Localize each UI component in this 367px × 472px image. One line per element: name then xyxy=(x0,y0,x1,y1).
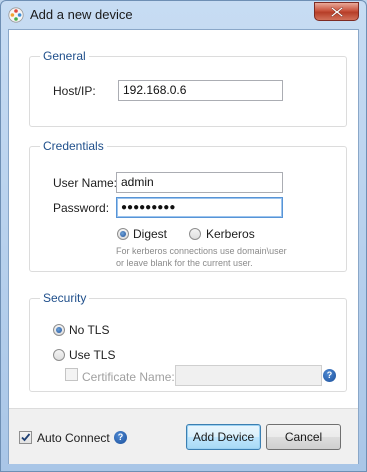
use-tls-radio[interactable] xyxy=(53,349,65,361)
auto-connect-checkbox[interactable] xyxy=(19,431,32,444)
dialog-footer: Auto Connect ? Add Device Cancel xyxy=(9,408,358,464)
checkmark-icon xyxy=(21,433,31,442)
kerberos-label[interactable]: Kerberos xyxy=(206,227,255,241)
digest-label[interactable]: Digest xyxy=(133,227,167,241)
security-group: Security No TLS Use TLS Certificate Name… xyxy=(29,291,347,392)
add-device-button[interactable]: Add Device xyxy=(186,424,261,450)
certificate-help-icon[interactable]: ? xyxy=(323,369,336,382)
credentials-group: Credentials User Name: admin Password: ●… xyxy=(29,139,347,272)
host-label: Host/IP: xyxy=(53,84,96,98)
no-tls-radio[interactable] xyxy=(53,324,65,336)
close-button[interactable] xyxy=(314,2,359,21)
cancel-button[interactable]: Cancel xyxy=(266,424,341,450)
no-tls-label[interactable]: No TLS xyxy=(69,323,109,337)
username-label: User Name: xyxy=(53,176,118,190)
general-legend: General xyxy=(40,49,89,63)
window-title: Add a new device xyxy=(30,7,133,22)
password-input[interactable]: ●●●●●●●●● xyxy=(116,197,283,218)
security-legend: Security xyxy=(40,291,90,305)
add-device-window: Add a new device General Host/IP: 192.16… xyxy=(0,0,367,472)
device-icon xyxy=(8,7,24,23)
kerberos-hint-line2: or leave blank for the current user. xyxy=(116,258,253,268)
general-group: General Host/IP: 192.168.0.6 xyxy=(29,49,347,127)
certificate-name-label: Certificate Name: xyxy=(82,370,175,384)
kerberos-radio[interactable] xyxy=(189,228,201,240)
auto-connect-label[interactable]: Auto Connect xyxy=(37,431,110,445)
kerberos-hint-line1: For kerberos connections use domain\user xyxy=(116,246,287,256)
auto-connect-help-icon[interactable]: ? xyxy=(114,431,127,444)
username-input[interactable]: admin xyxy=(116,172,283,193)
certificate-name-checkbox[interactable] xyxy=(65,368,78,381)
close-icon xyxy=(331,7,343,17)
certificate-name-input[interactable] xyxy=(175,365,322,386)
title-bar[interactable]: Add a new device xyxy=(1,1,366,29)
host-input[interactable]: 192.168.0.6 xyxy=(118,80,283,101)
digest-radio[interactable] xyxy=(117,228,129,240)
dialog-body: General Host/IP: 192.168.0.6 Credentials… xyxy=(8,29,359,464)
credentials-legend: Credentials xyxy=(40,139,107,153)
use-tls-label[interactable]: Use TLS xyxy=(69,348,115,362)
password-label: Password: xyxy=(53,201,110,215)
